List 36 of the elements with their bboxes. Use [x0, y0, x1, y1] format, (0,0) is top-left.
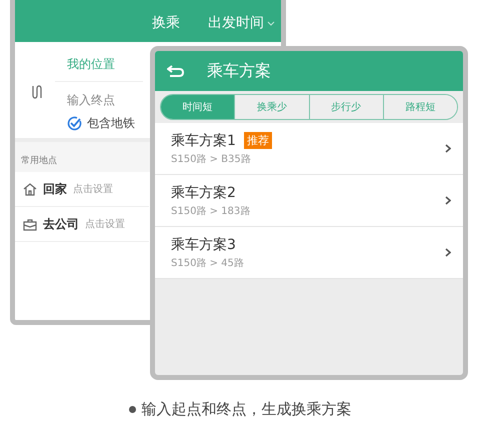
plan-row[interactable]: 乘车方案3 S150路 > 45路: [155, 227, 463, 279]
route-text: S150路 > B35路: [171, 152, 252, 166]
briefcase-icon: [23, 218, 37, 230]
route-text: S150路 > 45路: [171, 256, 245, 270]
plan-name: 乘车方案3: [171, 236, 236, 254]
chevron-down-icon: [267, 20, 275, 26]
chevron-right-icon: [445, 144, 451, 153]
plan-row[interactable]: 乘车方案1 推荐 S150路 > B35路: [155, 123, 463, 175]
time-selector[interactable]: 出发时间: [208, 14, 275, 32]
place-label: 去公司: [43, 216, 79, 232]
recommended-tag: 推荐: [244, 132, 272, 149]
plan-name: 乘车方案1: [171, 132, 236, 150]
place-hint: 点击设置: [73, 182, 113, 196]
checkbox-label: 包含地铁: [87, 115, 135, 132]
place-label: 回家: [43, 180, 67, 198]
place-hint: 点击设置: [85, 218, 125, 231]
section-title: 常用地点: [21, 156, 57, 166]
sort-tab[interactable]: 时间短: [161, 95, 234, 119]
place-row[interactable]: 去公司 点击设置: [15, 207, 149, 242]
plan-name: 乘车方案2: [171, 184, 236, 202]
checkbox[interactable]: [67, 116, 82, 131]
chevron-right-icon: [445, 248, 451, 257]
swap-icon[interactable]: [31, 85, 43, 99]
chevron-right-icon: [445, 196, 451, 205]
sort-tab[interactable]: 路程短: [382, 95, 457, 119]
bullet-icon: [128, 406, 136, 413]
place-row[interactable]: 回家 点击设置: [15, 172, 149, 207]
back-icon[interactable]: [167, 65, 185, 77]
destination-field[interactable]: 输入终点: [55, 82, 143, 115]
house-icon: [23, 182, 37, 196]
caption: 输入起点和终点，生成换乘方案: [142, 400, 352, 419]
start-field[interactable]: 我的位置: [55, 52, 143, 82]
route-text: S150路 > 183路: [171, 204, 252, 218]
header-title: 换乘: [152, 14, 180, 32]
plan-row[interactable]: 乘车方案2 S150路 > 183路: [155, 175, 463, 227]
screen-title: 乘车方案: [207, 60, 271, 82]
